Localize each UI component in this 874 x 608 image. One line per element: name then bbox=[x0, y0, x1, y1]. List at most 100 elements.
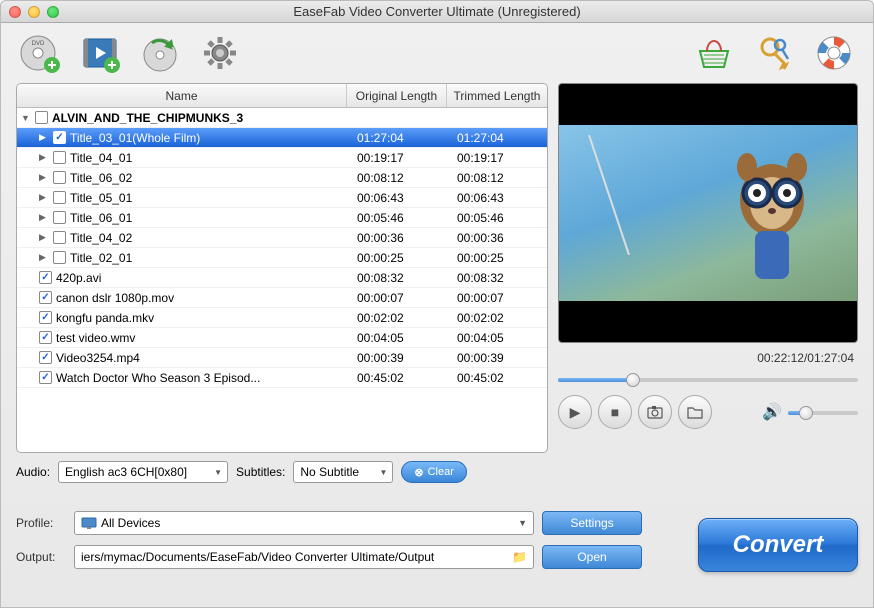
expand-toggle-icon[interactable]: ▶ bbox=[39, 212, 49, 223]
app-window: EaseFab Video Converter Ultimate (Unregi… bbox=[0, 0, 874, 608]
browse-folder-icon[interactable]: 📁 bbox=[512, 550, 527, 564]
playback-controls: ▶ ■ 🔊 bbox=[558, 395, 858, 429]
video-preview[interactable] bbox=[558, 83, 858, 343]
table-row[interactable]: ▶ Title_04_02 00:00:36 00:00:36 bbox=[17, 228, 547, 248]
checkbox[interactable] bbox=[53, 251, 66, 264]
table-row[interactable]: ▶Title_04_01 00:19:17 00:19:17 bbox=[17, 148, 547, 168]
window-title: EaseFab Video Converter Ultimate (Unregi… bbox=[1, 4, 873, 19]
checkbox[interactable] bbox=[53, 211, 66, 224]
file-list-panel: Name Original Length Trimmed Length ▼ AL… bbox=[16, 83, 548, 453]
checkbox[interactable] bbox=[39, 351, 52, 364]
trimmed-length: 00:08:12 bbox=[447, 171, 547, 185]
expand-toggle-icon[interactable]: ▶ bbox=[39, 152, 49, 163]
original-length: 00:05:46 bbox=[347, 211, 447, 225]
stop-button[interactable]: ■ bbox=[598, 395, 632, 429]
expand-toggle-icon[interactable]: ▶ bbox=[39, 232, 49, 243]
table-row[interactable]: canon dslr 1080p.mov 00:00:07 00:00:07 bbox=[17, 288, 547, 308]
svg-text:DVD: DVD bbox=[32, 41, 45, 47]
table-row[interactable]: test video.wmv 00:04:05 00:04:05 bbox=[17, 328, 547, 348]
checkbox[interactable] bbox=[39, 371, 52, 384]
audio-dropdown[interactable]: English ac3 6CH[0x80] bbox=[58, 461, 228, 483]
subtitles-dropdown[interactable]: No Subtitle bbox=[293, 461, 393, 483]
checkbox[interactable] bbox=[39, 311, 52, 324]
profile-dropdown[interactable]: All Devices bbox=[74, 511, 534, 535]
trimmed-length: 00:05:46 bbox=[447, 211, 547, 225]
expand-toggle-icon[interactable]: ▼ bbox=[21, 113, 31, 123]
checkbox[interactable] bbox=[39, 291, 52, 304]
playback-slider[interactable] bbox=[558, 373, 858, 385]
settings-button[interactable] bbox=[196, 29, 244, 77]
item-name: canon dslr 1080p.mov bbox=[56, 291, 174, 305]
item-name: Title_05_01 bbox=[70, 191, 132, 205]
close-window-button[interactable] bbox=[9, 6, 21, 18]
clear-button[interactable]: ⊗Clear bbox=[401, 461, 467, 483]
checkbox[interactable] bbox=[53, 231, 66, 244]
trimmed-length: 00:00:07 bbox=[447, 291, 547, 305]
zoom-window-button[interactable] bbox=[47, 6, 59, 18]
add-video-button[interactable] bbox=[76, 29, 124, 77]
expand-toggle-icon[interactable]: ▶ bbox=[39, 192, 49, 203]
column-name[interactable]: Name bbox=[17, 84, 347, 107]
item-name: Title_06_02 bbox=[70, 171, 132, 185]
item-name: Title_02_01 bbox=[70, 251, 132, 265]
shop-button[interactable] bbox=[690, 29, 738, 77]
item-name: Title_04_02 bbox=[70, 231, 132, 245]
original-length: 00:06:43 bbox=[347, 191, 447, 205]
trimmed-length: 00:00:39 bbox=[447, 351, 547, 365]
table-row[interactable]: ▶ Title_02_01 00:00:25 00:00:25 bbox=[17, 248, 547, 268]
checkbox[interactable] bbox=[39, 271, 52, 284]
window-controls bbox=[9, 6, 59, 18]
original-length: 00:00:07 bbox=[347, 291, 447, 305]
play-button[interactable]: ▶ bbox=[558, 395, 592, 429]
playback-time: 00:22:12/01:27:04 bbox=[558, 349, 858, 367]
table-row[interactable]: ▶Title_06_02 00:08:12 00:08:12 bbox=[17, 168, 547, 188]
checkbox[interactable] bbox=[35, 111, 48, 124]
table-row[interactable]: ▶ Title_06_01 00:05:46 00:05:46 bbox=[17, 208, 547, 228]
rope-decoration bbox=[579, 135, 639, 255]
volume-slider[interactable] bbox=[788, 406, 858, 418]
checkbox[interactable] bbox=[53, 151, 66, 164]
table-row[interactable]: ▶Title_05_01 00:06:43 00:06:43 bbox=[17, 188, 547, 208]
refresh-disc-button[interactable] bbox=[136, 29, 184, 77]
table-row[interactable]: ▼ ALVIN_AND_THE_CHIPMUNKS_3 bbox=[17, 108, 547, 128]
audio-label: Audio: bbox=[16, 465, 50, 479]
checkbox[interactable] bbox=[53, 191, 66, 204]
volume-icon[interactable]: 🔊 bbox=[762, 402, 782, 422]
original-length: 00:19:17 bbox=[347, 151, 447, 165]
settings-button[interactable]: Settings bbox=[542, 511, 642, 535]
trimmed-length: 00:00:36 bbox=[447, 231, 547, 245]
table-row[interactable]: ▶Title_03_01(Whole Film) 01:27:04 01:27:… bbox=[17, 128, 547, 148]
preview-image bbox=[717, 145, 827, 285]
expand-toggle-icon[interactable]: ▶ bbox=[39, 172, 49, 183]
item-name: Title_06_01 bbox=[70, 211, 132, 225]
expand-toggle-icon[interactable]: ▶ bbox=[39, 132, 49, 143]
add-dvd-button[interactable]: DVD bbox=[16, 29, 64, 77]
table-row[interactable]: kongfu panda.mkv 00:02:02 00:02:02 bbox=[17, 308, 547, 328]
convert-button[interactable]: Convert bbox=[698, 518, 858, 572]
table-row[interactable]: Watch Doctor Who Season 3 Episod... 00:4… bbox=[17, 368, 547, 388]
register-button[interactable] bbox=[750, 29, 798, 77]
main-toolbar: DVD bbox=[1, 23, 873, 83]
original-length: 00:00:25 bbox=[347, 251, 447, 265]
snapshot-button[interactable] bbox=[638, 395, 672, 429]
table-row[interactable]: Video3254.mp4 00:00:39 00:00:39 bbox=[17, 348, 547, 368]
open-button[interactable]: Open bbox=[542, 545, 642, 569]
expand-toggle-icon[interactable]: ▶ bbox=[39, 252, 49, 263]
table-row[interactable]: 420p.avi 00:08:32 00:08:32 bbox=[17, 268, 547, 288]
open-folder-button[interactable] bbox=[678, 395, 712, 429]
checkbox[interactable] bbox=[53, 171, 66, 184]
checkbox[interactable] bbox=[39, 331, 52, 344]
checkbox[interactable] bbox=[53, 131, 66, 144]
minimize-window-button[interactable] bbox=[28, 6, 40, 18]
trimmed-length: 00:00:25 bbox=[447, 251, 547, 265]
trimmed-length: 00:02:02 bbox=[447, 311, 547, 325]
group-name: ALVIN_AND_THE_CHIPMUNKS_3 bbox=[52, 111, 243, 125]
trimmed-length: 00:08:32 bbox=[447, 271, 547, 285]
list-body: ▼ ALVIN_AND_THE_CHIPMUNKS_3 ▶Title_03_01… bbox=[17, 108, 547, 452]
output-path-input[interactable]: iers/mymac/Documents/EaseFab/Video Conve… bbox=[74, 545, 534, 569]
original-length: 00:00:36 bbox=[347, 231, 447, 245]
column-original-length[interactable]: Original Length bbox=[347, 84, 447, 107]
help-button[interactable] bbox=[810, 29, 858, 77]
column-trimmed-length[interactable]: Trimmed Length bbox=[447, 84, 547, 107]
preview-panel: 00:22:12/01:27:04 ▶ ■ 🔊 bbox=[558, 83, 858, 453]
